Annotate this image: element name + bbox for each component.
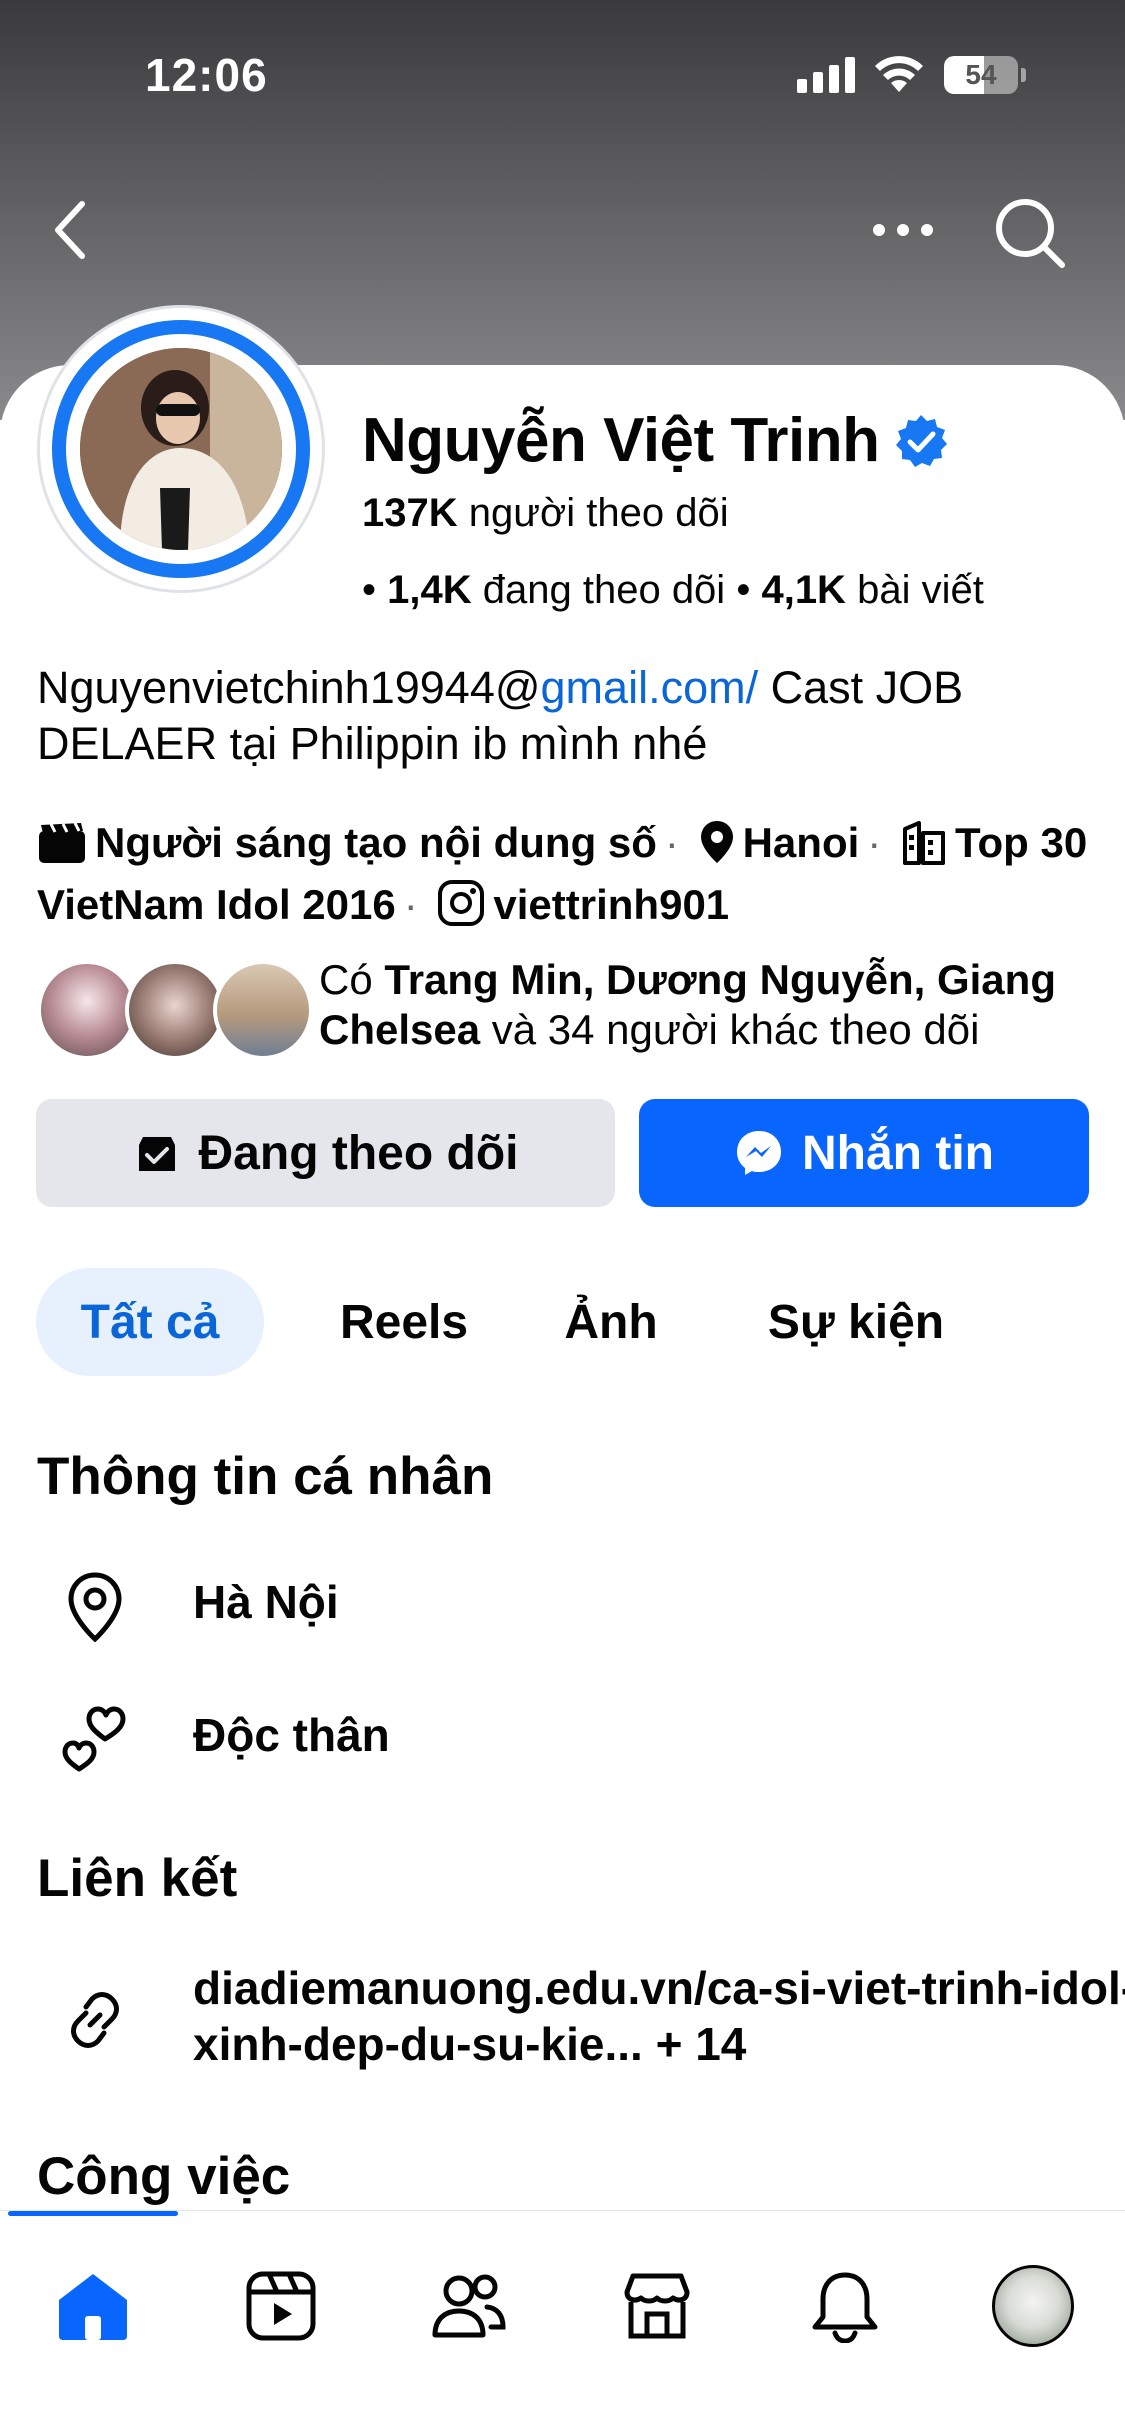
info-city: Hà Nội — [57, 1557, 1107, 1647]
work-title: Công việc — [37, 2147, 291, 2206]
profile-bio: Nguyenvietchinh19944@gmail.com/ Cast JOB… — [37, 662, 964, 769]
status-time: 12:06 — [145, 49, 268, 101]
mutual-avatars — [37, 960, 317, 1060]
friends-icon — [432, 2274, 506, 2338]
bio-link[interactable]: gmail.com/ — [541, 662, 759, 713]
signal-icon — [797, 57, 855, 93]
tab-all[interactable]: Tất cả — [36, 1268, 264, 1376]
more-dots-icon — [873, 224, 933, 236]
profile-tabs: Tất cả Reels Ảnh Sự kiện — [36, 1268, 1096, 1376]
message-button[interactable]: Nhắn tin — [639, 1099, 1089, 1207]
nav-home[interactable] — [38, 2251, 148, 2361]
verified-badge-icon — [896, 414, 948, 467]
messenger-icon — [737, 1131, 781, 1175]
home-icon — [59, 2274, 127, 2340]
profile-details: Người sáng tạo nội dung số · Hanoi · Top 3… — [37, 819, 1088, 928]
location-text: Hanoi — [742, 819, 860, 866]
reels-icon — [246, 2271, 316, 2341]
search-icon — [996, 199, 1065, 268]
chevron-left-icon — [55, 201, 85, 259]
followers-count[interactable]: 137K người theo dõi — [362, 491, 729, 536]
nav-notifications[interactable] — [790, 2251, 900, 2361]
following-check-icon — [138, 1137, 175, 1171]
instagram-icon — [438, 880, 485, 926]
story-ring — [52, 320, 310, 578]
personal-info-title: Thông tin cá nhân — [37, 1447, 494, 1506]
bottom-navigation — [0, 2210, 1125, 2436]
wifi-icon — [875, 56, 923, 92]
following-and-posts: • 1,4K đang theo dõi • 4,1K bài viết — [362, 568, 984, 612]
link-icon — [57, 1982, 133, 2058]
active-tab-indicator — [8, 2211, 178, 2216]
avatar-photo — [80, 348, 282, 550]
following-count[interactable]: 1,4K — [387, 568, 472, 612]
mutual-followers[interactable]: Có Trang Min, Dương Nguyễn, Giang Chelse… — [37, 955, 1097, 1065]
clapperboard-icon — [39, 822, 85, 863]
nav-video[interactable] — [226, 2251, 336, 2361]
hearts-icon — [57, 1702, 133, 1778]
following-button[interactable]: Đang theo dõi — [36, 1099, 615, 1207]
tab-reels[interactable]: Reels — [304, 1268, 504, 1376]
building-icon — [902, 821, 945, 865]
profile-name-row: Nguyễn Việt Trinh — [362, 405, 949, 476]
tab-photos[interactable]: Ảnh — [536, 1268, 686, 1376]
status-bar: 12:06 54 — [0, 0, 1125, 150]
instagram-handle[interactable]: viettrinh901 — [493, 881, 729, 928]
nav-marketplace[interactable] — [602, 2251, 712, 2361]
profile-name: Nguyễn Việt Trinh — [362, 406, 880, 475]
profile-avatar-small — [992, 2265, 1074, 2347]
profile-avatar[interactable] — [37, 305, 325, 593]
info-relationship: Độc thân — [57, 1690, 1107, 1780]
nav-friends[interactable] — [414, 2251, 524, 2361]
battery-icon: 54 — [944, 56, 1026, 94]
mutual-followers-text: Có Trang Min, Dương Nguyễn, Giang Chelse… — [319, 956, 1056, 1053]
links-title: Liên kết — [37, 1849, 238, 1908]
link-row[interactable]: diadiemanuong.edu.vn/ca-si-viet-trinh-id… — [57, 1960, 1125, 2080]
bell-icon — [812, 2272, 878, 2343]
nav-profile[interactable] — [978, 2251, 1088, 2361]
creator-category: Người sáng tạo nội dung số — [95, 819, 657, 866]
link-text: diadiemanuong.edu.vn/ca-si-viet-trinh-id… — [193, 1962, 1125, 2070]
back-button[interactable] — [40, 195, 100, 265]
mutual-avatar — [213, 960, 313, 1060]
search-button[interactable] — [990, 193, 1070, 273]
posts-count: 4,1K — [761, 568, 846, 612]
marketplace-icon — [624, 2273, 690, 2339]
mutual-avatar — [37, 960, 137, 1060]
mutual-avatar — [125, 960, 225, 1060]
tab-events[interactable]: Sự kiện — [748, 1268, 964, 1376]
location-outline-icon — [57, 1569, 133, 1645]
battery-level: 54 — [965, 59, 997, 90]
more-options-button[interactable] — [868, 200, 938, 260]
location-pin-icon — [700, 821, 733, 863]
